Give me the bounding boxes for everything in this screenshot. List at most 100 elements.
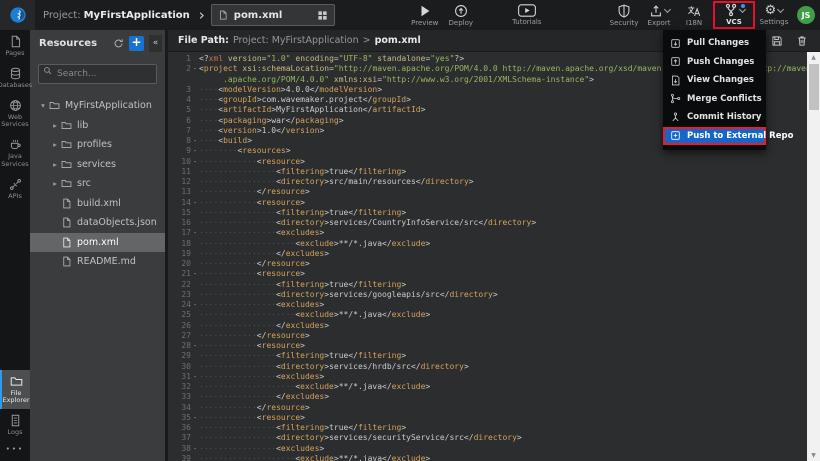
tree-item-dataobjects-json[interactable]: dataObjects.json	[30, 213, 165, 233]
tree-item-services[interactable]: ▸services	[30, 155, 165, 175]
line-number: 39	[168, 454, 191, 461]
app-logo[interactable]	[0, 0, 35, 30]
collapse-panel-button[interactable]: «	[149, 35, 162, 52]
fold-marker[interactable]: -	[191, 198, 199, 208]
fold-marker[interactable]: -	[191, 372, 199, 382]
chevron-expanded-icon[interactable]: ▾	[38, 101, 48, 110]
fold-spacer	[191, 187, 199, 197]
scrollbar-thumb[interactable]	[809, 64, 819, 110]
fold-marker[interactable]: -	[191, 300, 199, 310]
code-line: 23················<directory>services/go…	[168, 290, 820, 300]
code-line: 11················<filtering>true</filte…	[168, 167, 820, 177]
editor-scrollbar[interactable]: ▲ ▼	[807, 52, 820, 461]
menu-item-push-changes[interactable]: Push Changes	[663, 53, 766, 72]
code-line: 30················<directory>services/hr…	[168, 362, 820, 372]
code-line: 28-············<resource>	[168, 341, 820, 351]
fold-marker[interactable]: -	[191, 269, 199, 279]
preview-button[interactable]: Preview	[409, 4, 441, 27]
chevron-collapsed-icon[interactable]: ▸	[50, 121, 60, 130]
menu-item-merge-conflicts[interactable]: Merge Conflicts	[663, 90, 766, 109]
save-icon[interactable]	[771, 35, 783, 47]
code-text: ············</resource>	[199, 331, 820, 341]
i18n-button[interactable]: I18N	[678, 4, 710, 27]
overflow-menu-icon[interactable]: •••	[0, 445, 30, 453]
tree-item-profiles[interactable]: ▸profiles	[30, 135, 165, 155]
menu-item-view-changes[interactable]: View Changes	[663, 71, 766, 90]
fold-spacer	[191, 105, 199, 115]
fold-marker[interactable]: -	[191, 444, 199, 454]
tutorials-button[interactable]: Tutorials	[511, 4, 543, 26]
add-resource-button[interactable]: +	[129, 36, 144, 51]
sidebar-item-apis[interactable]: APIs	[0, 173, 30, 205]
fold-marker[interactable]: -	[191, 413, 199, 423]
tree-item-src[interactable]: ▸src	[30, 174, 165, 194]
tree-item-label: README.md	[77, 256, 136, 267]
export-button[interactable]: Export	[643, 4, 675, 27]
sidebar-item-pages[interactable]: Pages	[0, 30, 30, 62]
line-number: 28	[168, 341, 191, 351]
sidebar-item-file-explorer[interactable]: File Explorer	[0, 370, 30, 410]
line-number: 10	[168, 157, 191, 167]
trash-icon[interactable]	[796, 35, 808, 47]
tree-item-pom-xml[interactable]: pom.xml	[30, 233, 165, 253]
code-text: ····················<exclude>**/*.java</…	[199, 454, 820, 461]
tree-item-build-xml[interactable]: build.xml	[30, 194, 165, 214]
code-text: ················</excludes>	[199, 392, 820, 402]
user-avatar[interactable]: JS	[797, 6, 815, 24]
code-text: ················<filtering>true</filteri…	[199, 351, 820, 361]
fold-marker[interactable]: -	[191, 157, 199, 167]
security-button[interactable]: Security	[608, 4, 640, 27]
tree-item-lib[interactable]: ▸lib	[30, 116, 165, 136]
menu-item-label: Commit History	[687, 112, 761, 122]
menu-item-pull-changes[interactable]: Pull Changes	[663, 34, 766, 53]
fold-spacer	[191, 310, 199, 320]
file-icon	[61, 256, 72, 267]
fold-marker[interactable]: -	[191, 146, 199, 156]
chevron-collapsed-icon[interactable]: ▸	[50, 140, 60, 149]
push-external-repo-icon	[670, 130, 681, 141]
tree-item-readme-md[interactable]: README.md	[30, 252, 165, 272]
tree-item-label: pom.xml	[77, 237, 119, 248]
search-input[interactable]	[38, 64, 157, 84]
file-icon	[218, 9, 228, 21]
tree-item-myfirstapplication[interactable]: ▾MyFirstApplication	[30, 96, 165, 116]
code-text: ············</resource>	[199, 187, 820, 197]
settings-button[interactable]: ⚙ Settings	[758, 4, 790, 26]
fold-marker[interactable]: -	[191, 341, 199, 351]
code-text: ············<resource>	[199, 198, 820, 208]
scroll-up-arrow[interactable]: ▲	[807, 54, 820, 61]
sidebar-item-web-services[interactable]: Web Services	[0, 94, 30, 134]
tab-pom-xml[interactable]: pom.xml	[211, 4, 335, 26]
code-text: ················<directory>services/secu…	[199, 433, 820, 443]
chevron-collapsed-icon[interactable]: ▸	[50, 160, 60, 169]
file-explorer-icon	[10, 375, 23, 388]
chevron-collapsed-icon[interactable]: ▸	[50, 179, 60, 188]
line-number: 24	[168, 300, 191, 310]
menu-item-commit-history[interactable]: Commit History	[663, 108, 766, 127]
java-services-icon	[9, 138, 22, 151]
file-icon	[61, 237, 72, 248]
deploy-button[interactable]: Deploy	[445, 4, 477, 27]
grid-icon[interactable]	[317, 10, 328, 21]
line-number: 6	[168, 116, 191, 126]
fold-spacer	[191, 218, 199, 228]
sidebar-item-databases[interactable]: Databases	[0, 62, 30, 94]
sidebar-item-logs[interactable]: Logs	[0, 409, 30, 441]
fold-marker[interactable]: -	[191, 228, 199, 238]
menu-item-push-to-external-repo[interactable]: Push to External Repo	[663, 127, 766, 146]
fold-marker[interactable]: -	[191, 136, 199, 146]
scroll-down-arrow[interactable]: ▼	[807, 452, 820, 459]
code-text: ················<filtering>true</filteri…	[199, 208, 820, 218]
wavemaker-logo-icon	[9, 6, 27, 24]
fold-spacer	[191, 177, 199, 187]
vcs-button[interactable]: VCS	[713, 1, 755, 29]
sidebar-item-java-services[interactable]: Java Services	[0, 133, 30, 173]
shield-icon	[617, 4, 631, 18]
line-number: 21	[168, 269, 191, 279]
fold-marker[interactable]: -	[191, 64, 199, 74]
branch-icon	[724, 3, 738, 17]
refresh-icon[interactable]	[113, 38, 124, 49]
export-label: Export	[648, 19, 671, 27]
fold-spacer	[191, 116, 199, 126]
chevron-right-icon: ›	[199, 8, 205, 23]
